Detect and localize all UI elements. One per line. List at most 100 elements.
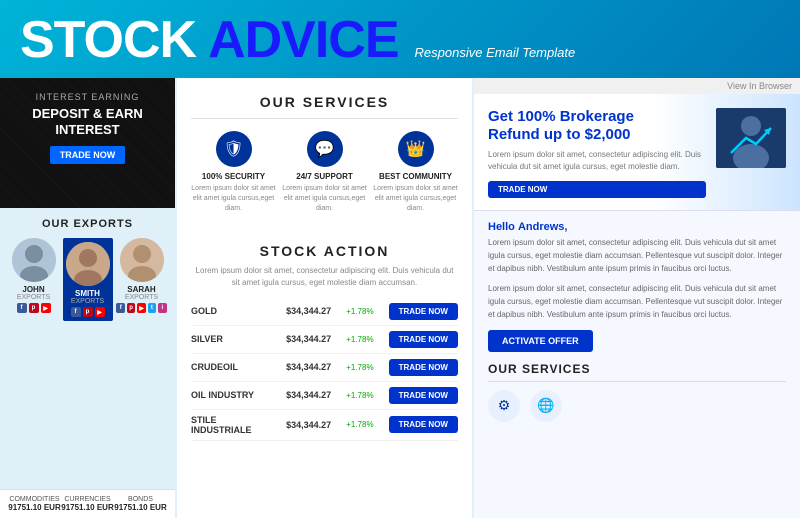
- hello-body-2: Lorem ipsum dolor sit amet, consectetur …: [488, 283, 786, 321]
- export-label-john: EXPORTS: [9, 294, 59, 301]
- export-card-smith: SMITH EXPORTS f p ▶: [63, 238, 113, 321]
- brokerage-desc: Lorem ipsum dolor sit amet, consectetur …: [488, 149, 706, 173]
- avatar-john: [12, 238, 56, 282]
- right-service-icon-0: ⚙: [488, 390, 520, 422]
- stock-name-silver: SILVER: [191, 334, 271, 344]
- services-section: OUR SERVICES 🛡 100% SECURITY Lorem ipsum…: [177, 78, 472, 233]
- commodity-currencies: CURRENCIES 91751.10 EUR: [61, 496, 113, 512]
- right-service-icon-1: 🌐: [530, 390, 562, 422]
- stock-price-stile: $34,344.27: [286, 420, 331, 430]
- banner-title: DEPOSIT & EARN INTEREST: [10, 106, 165, 137]
- trade-now-button-brokerage[interactable]: TRADE NOW: [488, 181, 706, 198]
- stock-name-stile: STILE INDUSTRIALE: [191, 415, 271, 435]
- exports-title: OUR EXPORTS: [8, 218, 167, 230]
- trade-btn-silver[interactable]: TRADE NOW: [389, 331, 458, 348]
- export-name-smith: SMITH: [66, 289, 110, 298]
- stock-row-gold: GOLD $34,344.27 +1.78% TRADE NOW: [191, 298, 458, 326]
- commodities-bar: COMMODITIES 91751.10 EUR CURRENCIES 9175…: [0, 489, 175, 518]
- header-title-stock: STOCK: [20, 10, 196, 70]
- right-services-grid: ⚙ 🌐: [488, 390, 786, 422]
- service-name-1: 24/7 SUPPORT: [282, 172, 367, 181]
- stock-name-crudeoil: CRUDEOIL: [191, 362, 271, 372]
- view-in-browser[interactable]: View In Browser: [474, 78, 800, 94]
- brokerage-text: Get 100% Brokerage Refund up to $2,000 L…: [488, 108, 706, 198]
- support-icon: 💬: [307, 131, 343, 167]
- stock-action-section: STOCK ACTION Lorem ipsum dolor sit amet,…: [177, 233, 472, 450]
- export-label-sarah: EXPORTS: [117, 294, 167, 301]
- export-name-john: JOHN: [9, 285, 59, 294]
- commodity-commodities: COMMODITIES 91751.10 EUR: [8, 496, 60, 512]
- stock-action-desc: Lorem ipsum dolor sit amet, consectetur …: [191, 265, 458, 287]
- stock-change-crudeoil: +1.78%: [346, 363, 373, 372]
- deposit-banner: Interest Earning DEPOSIT & EARN INTEREST…: [0, 78, 175, 208]
- avatar-smith: [66, 242, 110, 286]
- stock-change-silver: +1.78%: [346, 335, 373, 344]
- stock-change-stile: +1.78%: [346, 420, 373, 429]
- service-support: 💬 24/7 SUPPORT Lorem ipsum dolor sit ame…: [282, 131, 367, 213]
- hello-section: Hello Andrews, Lorem ipsum dolor sit ame…: [474, 211, 800, 518]
- stock-row-crudeoil: CRUDEOIL $34,344.27 +1.78% TRADE NOW: [191, 354, 458, 382]
- services-title: OUR SERVICES: [191, 94, 458, 119]
- pinterest-icon[interactable]: p: [29, 303, 39, 313]
- commodity-value-2: 91751.10 EUR: [114, 503, 166, 512]
- export-name-sarah: SARAH: [117, 285, 167, 294]
- instagram-icon-sarah[interactable]: i: [158, 303, 166, 313]
- stock-name-oil: OIL INDUSTRY: [191, 390, 271, 400]
- stock-row-oil: OIL INDUSTRY $34,344.27 +1.78% TRADE NOW: [191, 382, 458, 410]
- header-subtitle: Responsive Email Template: [415, 45, 576, 60]
- export-card-john: JOHN EXPORTS f p ▶: [9, 238, 59, 321]
- service-community: 👑 BEST COMMUNITY Lorem ipsum dolor sit a…: [373, 131, 458, 213]
- header-title-advice: ADVICE: [208, 10, 398, 70]
- youtube-icon-smith[interactable]: ▶: [95, 307, 105, 317]
- youtube-icon-sarah[interactable]: ▶: [137, 303, 145, 313]
- commodity-value-1: 91751.10 EUR: [61, 503, 113, 512]
- stock-change-oil: +1.78%: [346, 391, 373, 400]
- community-icon: 👑: [398, 131, 434, 167]
- security-icon: 🛡: [216, 131, 252, 167]
- trade-btn-oil[interactable]: TRADE NOW: [389, 387, 458, 404]
- trade-btn-crudeoil[interactable]: TRADE NOW: [389, 359, 458, 376]
- exports-grid: JOHN EXPORTS f p ▶: [8, 238, 167, 321]
- stock-table: GOLD $34,344.27 +1.78% TRADE NOW SILVER …: [191, 298, 458, 441]
- brokerage-title-highlight: 100% Brokerage: [517, 108, 634, 125]
- brokerage-title: Get 100% Brokerage Refund up to $2,000: [488, 108, 706, 144]
- banner-subtitle: Interest Earning: [10, 92, 165, 102]
- trade-btn-stile[interactable]: TRADE NOW: [389, 416, 458, 433]
- stock-action-title: STOCK ACTION: [191, 243, 458, 259]
- service-desc-2: Lorem ipsum dolor sit amet elit amet igu…: [373, 184, 458, 213]
- pinterest-icon-sarah[interactable]: p: [127, 303, 135, 313]
- pinterest-icon-smith[interactable]: p: [83, 307, 93, 317]
- service-desc-0: Lorem ipsum dolor sit amet elit amet igu…: [191, 184, 276, 213]
- brokerage-title-prefix: Get: [488, 108, 517, 125]
- header: STOCK ADVICE Responsive Email Template: [0, 0, 800, 78]
- facebook-icon-smith[interactable]: f: [71, 307, 81, 317]
- facebook-icon-sarah[interactable]: f: [116, 303, 124, 313]
- stock-price-gold: $34,344.27: [286, 306, 331, 316]
- main-content: Interest Earning DEPOSIT & EARN INTEREST…: [0, 78, 800, 518]
- brokerage-image: [716, 108, 786, 168]
- trade-btn-gold[interactable]: TRADE NOW: [389, 303, 458, 320]
- left-panel: Interest Earning DEPOSIT & EARN INTEREST…: [0, 78, 175, 518]
- avatar-sarah: [120, 238, 164, 282]
- right-panel: View In Browser Get 100% Brokerage Refun…: [474, 78, 800, 518]
- service-security: 🛡 100% SECURITY Lorem ipsum dolor sit am…: [191, 131, 276, 213]
- activate-offer-button[interactable]: ACTIVATE OFFER: [488, 330, 593, 352]
- service-name-2: BEST COMMUNITY: [373, 172, 458, 181]
- brokerage-title-suffix: Refund up to $2,000: [488, 126, 631, 143]
- brokerage-banner: Get 100% Brokerage Refund up to $2,000 L…: [474, 94, 800, 211]
- twitter-icon-sarah[interactable]: t: [148, 303, 156, 313]
- stock-row-silver: SILVER $34,344.27 +1.78% TRADE NOW: [191, 326, 458, 354]
- commodity-bonds: BONDS 91751.10 EUR: [114, 496, 166, 512]
- youtube-icon[interactable]: ▶: [41, 303, 51, 313]
- trade-now-button-banner[interactable]: TRADE NOW: [50, 146, 126, 164]
- hello-word: Hello: [488, 221, 515, 233]
- stock-name-gold: GOLD: [191, 306, 271, 316]
- stock-price-crudeoil: $34,344.27: [286, 362, 331, 372]
- export-card-sarah: SARAH EXPORTS f p ▶ t i: [117, 238, 167, 321]
- stock-price-silver: $34,344.27: [286, 334, 331, 344]
- facebook-icon[interactable]: f: [17, 303, 27, 313]
- export-label-smith: EXPORTS: [66, 298, 110, 305]
- stock-row-stile: STILE INDUSTRIALE $34,344.27 +1.78% TRAD…: [191, 410, 458, 441]
- hello-body-1: Lorem ipsum dolor sit amet, consectetur …: [488, 237, 786, 275]
- services-grid: 🛡 100% SECURITY Lorem ipsum dolor sit am…: [191, 131, 458, 213]
